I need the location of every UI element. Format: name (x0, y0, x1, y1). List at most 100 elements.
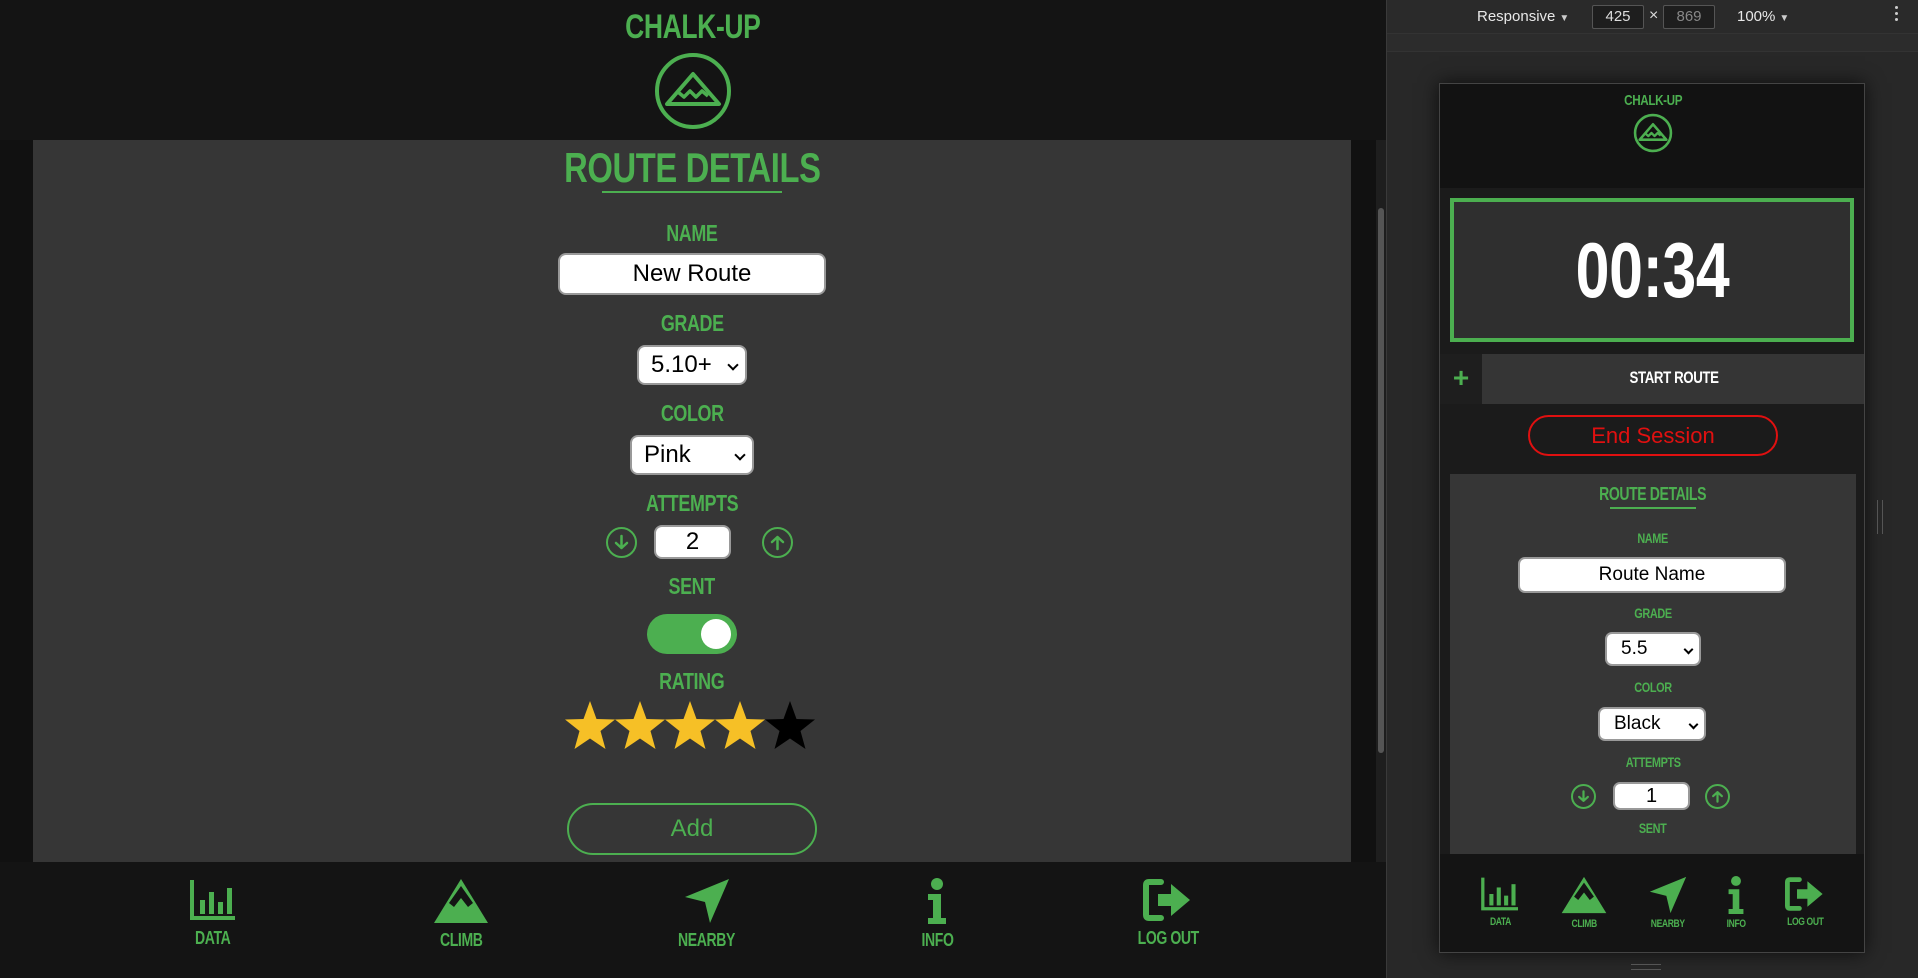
end-session-button[interactable]: End Session (1528, 415, 1778, 456)
mobile-nav-data-label: DATA (1489, 916, 1511, 928)
app-header: CHALK-UP (0, 0, 1386, 140)
nav-log-out-label: LOG OUT (1137, 928, 1199, 948)
nav-climb[interactable]: CLIMB (401, 878, 521, 951)
bottom-nav: DATA CLIMB NEARBY INFO LOG OUT (0, 862, 1386, 978)
mobile-nav-climb[interactable]: CLIMB (1549, 876, 1619, 930)
mountain-icon (434, 879, 488, 923)
grade-select[interactable]: 5.10+ (637, 345, 747, 385)
plus-icon[interactable]: + (1440, 354, 1482, 404)
mobile-nav-data[interactable]: DATA (1465, 876, 1535, 928)
chevron-down-icon (1683, 644, 1694, 655)
route-details-title: ROUTE DETAILS (563, 144, 821, 191)
info-icon (928, 878, 946, 924)
mountain-logo-icon (1633, 113, 1673, 153)
device-frame: CHALK-UP 00:34 + START ROUTE End Session… (1439, 83, 1865, 953)
start-route-row[interactable]: + START ROUTE (1440, 354, 1864, 404)
bar-chart-icon (190, 880, 235, 920)
nav-data[interactable]: DATA (153, 878, 273, 949)
star-empty-icon[interactable] (764, 696, 816, 754)
route-name-input[interactable]: New Route (558, 253, 826, 295)
location-arrow-icon (1649, 876, 1687, 914)
resize-handle-bottom[interactable] (1631, 964, 1661, 970)
add-route-button[interactable]: Add (567, 803, 817, 855)
star-filled-icon[interactable] (564, 696, 616, 754)
mobile-name-label: NAME (1637, 530, 1669, 546)
devtools-device-panel: Responsive ▼ 425 × 869 100% ▼ CHALK-UP 00:… (1386, 0, 1918, 978)
mobile-attempts-input[interactable]: 1 (1613, 782, 1690, 810)
device-toolbar: Responsive ▼ 425 × 869 100% ▼ (1387, 0, 1918, 34)
nav-nearby-label: NEARBY (678, 930, 736, 950)
zoom-dropdown[interactable]: 100% ▼ (1737, 8, 1789, 25)
mobile-attempts-label: ATTEMPTS (1625, 754, 1681, 770)
color-label: COLOR (660, 400, 724, 426)
name-label: NAME (666, 220, 718, 246)
nav-log-out[interactable]: LOG OUT (1108, 878, 1228, 949)
nav-climb-label: CLIMB (439, 930, 483, 950)
mobile-header: CHALK-UP (1440, 84, 1864, 188)
nav-info[interactable]: INFO (877, 878, 997, 951)
route-details-panel: ROUTE DETAILS NAME New Route GRADE 5.10+… (33, 140, 1351, 862)
mobile-grade-select[interactable]: 5.5 (1605, 632, 1701, 666)
color-select[interactable]: Pink (630, 435, 754, 475)
more-options-icon[interactable] (1895, 6, 1899, 24)
star-filled-icon[interactable] (664, 696, 716, 754)
mobile-brand-title: CHALK-UP (1624, 92, 1682, 109)
chevron-down-icon (1688, 719, 1699, 730)
mobile-nav-log-out-label: LOG OUT (1786, 916, 1824, 928)
sign-out-icon (1143, 879, 1190, 921)
arrow-up-icon (770, 535, 785, 551)
device-ruler (1387, 34, 1918, 52)
mobile-nav-log-out[interactable]: LOG OUT (1770, 876, 1840, 928)
mobile-nav-nearby[interactable]: NEARBY (1633, 876, 1703, 930)
attempts-decrement-button[interactable] (606, 527, 637, 558)
mountain-logo-icon (655, 53, 731, 129)
device-height-input[interactable]: 869 (1663, 5, 1715, 29)
toggle-knob (701, 619, 731, 649)
mobile-bottom-nav: DATA CLIMB NEARBY INFO LOG OUT (1440, 854, 1864, 952)
nav-data-label: DATA (195, 928, 231, 948)
mobile-color-select[interactable]: Black (1598, 707, 1706, 741)
brand-title: CHALK-UP (625, 8, 761, 46)
grade-label: GRADE (660, 310, 724, 336)
caret-down-icon: ▼ (1559, 13, 1570, 24)
arrow-up-icon (1712, 791, 1723, 803)
mobile-attempts-increment-button[interactable] (1705, 784, 1730, 809)
rating-stars (564, 696, 824, 760)
caret-down-icon: ▼ (1779, 13, 1790, 24)
device-mode-dropdown[interactable]: Responsive ▼ (1477, 8, 1569, 25)
scrollbar-thumb[interactable] (1378, 208, 1384, 753)
sent-toggle[interactable] (647, 614, 737, 654)
mobile-nav-nearby-label: NEARBY (1651, 918, 1685, 930)
nav-nearby[interactable]: NEARBY (647, 878, 767, 951)
star-filled-icon[interactable] (614, 696, 666, 754)
sign-out-icon (1785, 877, 1823, 911)
mobile-route-details-title: ROUTE DETAILS (1599, 484, 1707, 504)
info-icon (1728, 876, 1744, 914)
device-width-input[interactable]: 425 (1592, 5, 1644, 29)
app-viewport: CHALK-UP ROUTE DETAILS NAME New Route GR… (0, 0, 1386, 978)
location-arrow-icon (685, 879, 729, 923)
session-timer: 00:34 (1450, 198, 1854, 342)
attempts-label: ATTEMPTS (645, 490, 739, 516)
star-filled-icon[interactable] (714, 696, 766, 754)
mobile-attempts-decrement-button[interactable] (1571, 784, 1596, 809)
rating-label: RATING (659, 668, 725, 694)
attempts-increment-button[interactable] (762, 527, 793, 558)
nav-info-label: INFO (921, 930, 953, 950)
content-scrollbar[interactable] (1376, 140, 1386, 862)
arrow-down-icon (614, 534, 629, 550)
sent-label: SENT (668, 573, 716, 599)
title-underline (1610, 507, 1696, 509)
attempts-input[interactable]: 2 (654, 525, 731, 559)
mobile-color-label: COLOR (1634, 679, 1672, 695)
mobile-route-name-input[interactable]: Route Name (1518, 557, 1786, 593)
mobile-nav-climb-label: CLIMB (1571, 918, 1597, 930)
title-underline (602, 191, 782, 193)
chevron-down-icon (727, 359, 739, 371)
mobile-nav-info[interactable]: INFO (1701, 876, 1771, 930)
start-route-label: START ROUTE (1629, 368, 1719, 387)
resize-handle-right[interactable] (1877, 500, 1883, 534)
arrow-down-icon (1578, 790, 1589, 802)
mobile-sent-label: SENT (1639, 820, 1667, 836)
dimension-separator-icon: × (1649, 7, 1659, 24)
